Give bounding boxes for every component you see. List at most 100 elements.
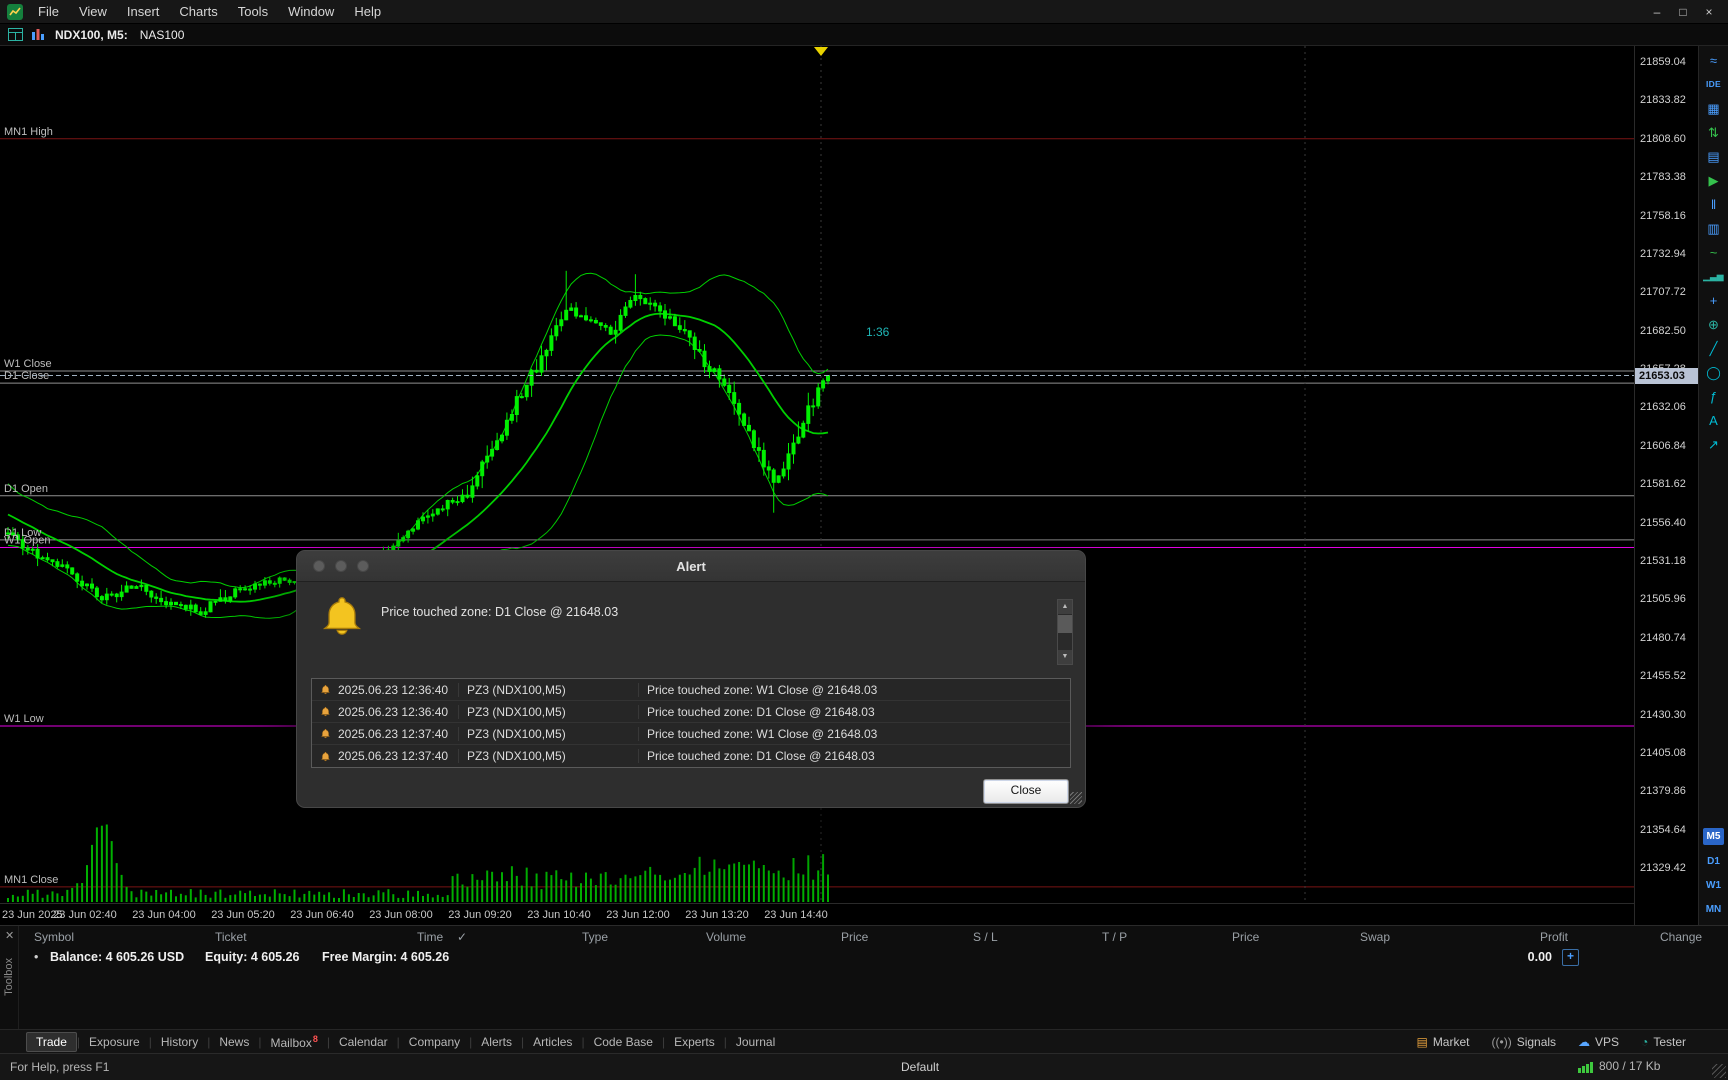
level-label: W1 Close <box>4 358 52 370</box>
level-labels: MN1 HighW1 CloseD1 CloseD1 OpenD1 LowW1 … <box>4 126 58 886</box>
column-header-price[interactable]: Price <box>841 930 868 944</box>
pause-icon[interactable]: ‖ <box>1711 197 1716 212</box>
price-axis[interactable]: 21859.04 21833.82 21808.60 21783.38 21758.16… <box>1634 46 1698 925</box>
tester-button[interactable]: ◔ Tester <box>1641 1035 1686 1049</box>
alert-row[interactable]: 2025.06.23 12:37:40 PZ3 (NDX100,M5) Price … <box>312 723 1070 745</box>
resize-grip[interactable] <box>1712 1064 1726 1078</box>
column-header-symbol[interactable]: Symbol <box>34 930 74 944</box>
price-axis-label: 21480.74 <box>1640 631 1686 644</box>
column-header-type[interactable]: Type <box>582 930 608 944</box>
play-icon[interactable]: ▶ <box>1709 173 1719 188</box>
price-axis-label: 21732.94 <box>1640 247 1686 260</box>
tf-d1-button[interactable]: D1 <box>1707 854 1720 869</box>
minimize-circle-icon[interactable] <box>335 560 347 572</box>
menu-tools[interactable]: Tools <box>228 4 278 19</box>
tab-experts[interactable]: Experts <box>665 1033 724 1051</box>
column-header-price[interactable]: Price <box>1232 930 1259 944</box>
chart-tab-symbol: NDX100, M5: <box>55 27 128 42</box>
alert-row[interactable]: 2025.06.23 12:36:40 PZ3 (NDX100,M5) Price … <box>312 679 1070 701</box>
zoom-circle-icon[interactable] <box>357 560 369 572</box>
price-axis-label: 21833.82 <box>1640 94 1686 107</box>
market-button[interactable]: ▤ Market <box>1416 1035 1469 1049</box>
zigzag-icon[interactable]: ~ <box>1710 245 1718 260</box>
vps-button[interactable]: ☁ VPS <box>1578 1035 1619 1049</box>
fibonacci-icon[interactable]: ƒ <box>1710 389 1717 404</box>
volumes-icon[interactable]: ▁▃▅ <box>1703 269 1724 284</box>
alert-scrollbar[interactable]: ▲ ▼ <box>1057 599 1073 665</box>
deposit-button[interactable]: + <box>1562 949 1579 966</box>
status-bar: For Help, press F1 Default 800 / 17 Kb <box>0 1053 1728 1080</box>
time-axis[interactable]: 23 Jun 2025 23 Jun 02:40 23 Jun 04:00 23 Ju… <box>0 903 1634 925</box>
scroll-up-button[interactable]: ▲ <box>1058 600 1072 614</box>
current-price-tag: 21653.03 <box>1635 367 1698 384</box>
add-indicator-icon[interactable]: ⊕ <box>1708 317 1719 332</box>
tf-mn-button[interactable]: MN <box>1706 902 1722 917</box>
profile-selector[interactable]: Default <box>901 1060 939 1074</box>
scroll-thumb[interactable] <box>1058 615 1072 633</box>
menu-file[interactable]: File <box>28 4 69 19</box>
arrow-tool-icon[interactable]: ↗ <box>1708 437 1719 452</box>
column-header-change[interactable]: Change <box>1660 930 1702 944</box>
tab-exposure[interactable]: Exposure <box>80 1033 149 1051</box>
tab-trade[interactable]: Trade <box>26 1031 77 1052</box>
signals-button[interactable]: ((•)) Signals <box>1492 1035 1557 1049</box>
restore-button[interactable]: □ <box>1672 5 1694 19</box>
column-header-profit[interactable]: Profit <box>1540 930 1568 944</box>
menu-window[interactable]: Window <box>278 4 344 19</box>
close-button[interactable]: × <box>1698 5 1720 19</box>
alert-dialog-titlebar[interactable]: Alert <box>297 551 1085 582</box>
metaeditor-icon[interactable]: ▦ <box>1707 101 1719 116</box>
menu-view[interactable]: View <box>69 4 117 19</box>
chart-line-icon[interactable]: ≈ <box>1710 53 1717 68</box>
tab-code-base[interactable]: Code Base <box>585 1033 662 1051</box>
column-header-time[interactable]: Time <box>417 930 443 944</box>
level-label: W1 Open <box>4 535 50 547</box>
toolbox-panel: ✕ Toolbox Symbol Ticket Time ✓ Type Volume Pri… <box>0 925 1728 1053</box>
sort-indicator[interactable]: ✓ <box>457 930 467 944</box>
tab-alerts[interactable]: Alerts <box>472 1033 521 1051</box>
connection-status: 800 / 17 Kb <box>1578 1059 1660 1073</box>
tab-calendar[interactable]: Calendar <box>330 1033 397 1051</box>
alert-row[interactable]: 2025.06.23 12:37:40 PZ3 (NDX100,M5) Price … <box>312 745 1070 767</box>
column-header-volume[interactable]: Volume <box>706 930 746 944</box>
menu-items: File View Insert Charts Tools Window Help <box>28 4 391 19</box>
minimize-button[interactable]: – <box>1646 5 1668 19</box>
mt5-window: File View Insert Charts Tools Window Help – □ × … <box>0 0 1728 1080</box>
alert-row[interactable]: 2025.06.23 12:36:40 PZ3 (NDX100,M5) Price … <box>312 701 1070 723</box>
column-header-swap[interactable]: Swap <box>1360 930 1390 944</box>
tab-history[interactable]: History <box>152 1033 207 1051</box>
close-circle-icon[interactable] <box>313 560 325 572</box>
column-header-s-l[interactable]: S / L <box>973 930 998 944</box>
column-header-ticket[interactable]: Ticket <box>215 930 247 944</box>
ide-button[interactable]: IDE <box>1706 77 1721 92</box>
depth-of-market-icon[interactable]: ▥ <box>1707 221 1719 236</box>
alert-source: PZ3 (NDX100,M5) <box>458 726 638 741</box>
tab-journal[interactable]: Journal <box>727 1033 784 1051</box>
tab-news[interactable]: News <box>210 1033 258 1051</box>
cloud-icon: ☁ <box>1578 1034 1591 1049</box>
text-tool-icon[interactable]: A <box>1709 413 1718 428</box>
crosshair-icon[interactable]: + <box>1710 293 1718 308</box>
new-order-icon[interactable]: ⇅ <box>1708 125 1719 140</box>
trendline-icon[interactable]: ╱ <box>1710 341 1718 356</box>
market-watch-icon[interactable]: ▤ <box>1707 149 1719 164</box>
tab-articles[interactable]: Articles <box>524 1033 581 1051</box>
alert-close-button[interactable]: Close <box>983 779 1069 804</box>
tab-company[interactable]: Company <box>400 1033 469 1051</box>
toolbox-grid-icon[interactable] <box>8 28 23 41</box>
tf-w1-button[interactable]: W1 <box>1706 878 1721 893</box>
alert-resize-grip[interactable] <box>1070 792 1082 804</box>
scroll-down-button[interactable]: ▼ <box>1058 650 1072 664</box>
tab-mailbox[interactable]: Mailbox8 <box>261 1032 326 1052</box>
ellipse-icon[interactable]: ◯ <box>1706 365 1721 380</box>
alert-history-list[interactable]: 2025.06.23 12:36:40 PZ3 (NDX100,M5) Price … <box>311 678 1071 768</box>
menu-insert[interactable]: Insert <box>117 4 170 19</box>
menu-charts[interactable]: Charts <box>169 4 227 19</box>
chart-icon[interactable] <box>31 28 45 41</box>
gauge-icon: ◔ <box>1641 1034 1649 1049</box>
menu-help[interactable]: Help <box>344 4 391 19</box>
chart-tab-title[interactable]: NDX100, M5: NAS100 <box>55 28 184 42</box>
tf-m5-button[interactable]: M5 <box>1702 828 1725 845</box>
column-header-t-p[interactable]: T / P <box>1102 930 1127 944</box>
time-axis-label: 23 Jun 10:40 <box>527 909 591 921</box>
